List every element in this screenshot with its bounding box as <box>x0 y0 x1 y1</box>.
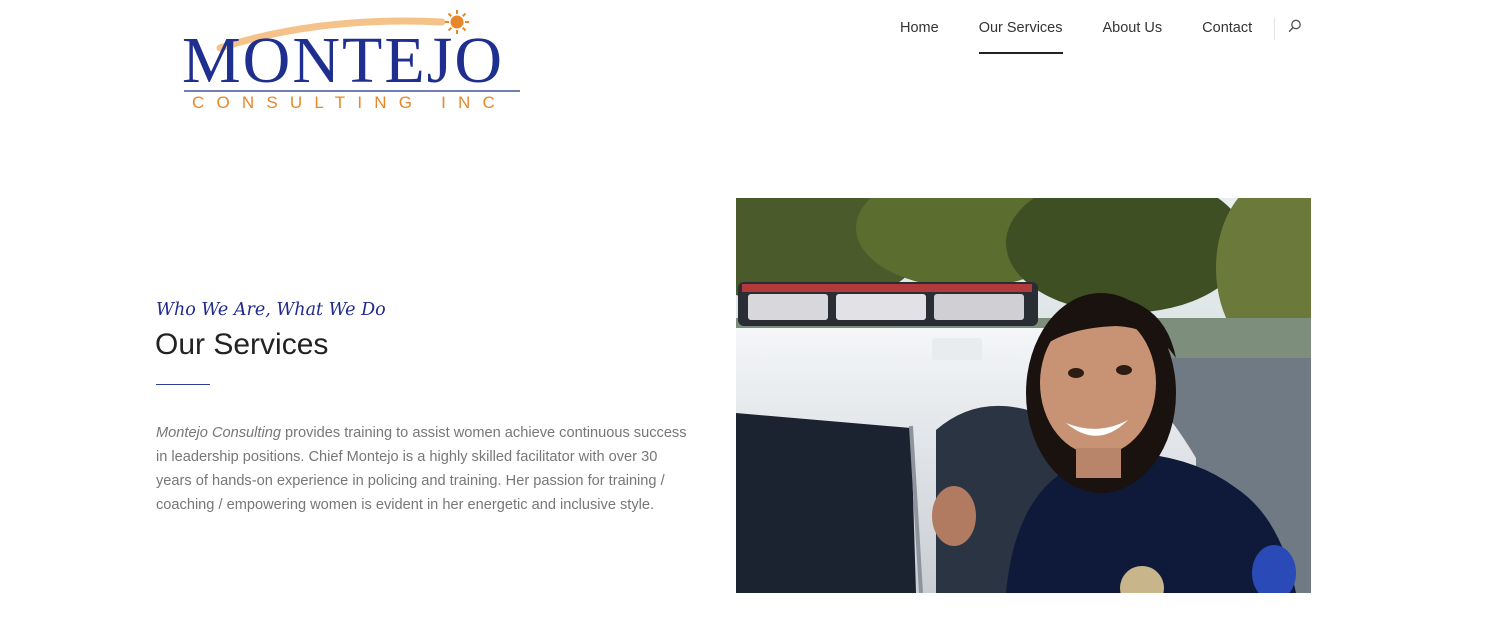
title-divider <box>156 384 210 385</box>
hero-image <box>736 198 1311 593</box>
nav-about-us[interactable]: About Us <box>1083 18 1183 54</box>
services-description: Montejo Consulting provides training to … <box>156 421 696 517</box>
company-name: Montejo Consulting <box>156 425 281 441</box>
page-title: Our Services <box>155 328 329 361</box>
main-nav: Home Our Services About Us Contact <box>880 18 1315 54</box>
nav-home[interactable]: Home <box>880 18 959 54</box>
company-logo[interactable]: MONTEJO CONSULTING INC <box>180 8 530 118</box>
logo-subtitle: CONSULTING INC <box>192 93 507 112</box>
search-icon[interactable] <box>1275 19 1315 39</box>
logo-wordmark: MONTEJO <box>182 24 504 97</box>
police-officer-illustration <box>736 198 1311 593</box>
nav-contact[interactable]: Contact <box>1182 18 1272 54</box>
section-tagline: Who We Are, What We Do <box>156 300 386 320</box>
nav-our-services[interactable]: Our Services <box>959 18 1083 54</box>
logo-underline <box>184 90 520 92</box>
